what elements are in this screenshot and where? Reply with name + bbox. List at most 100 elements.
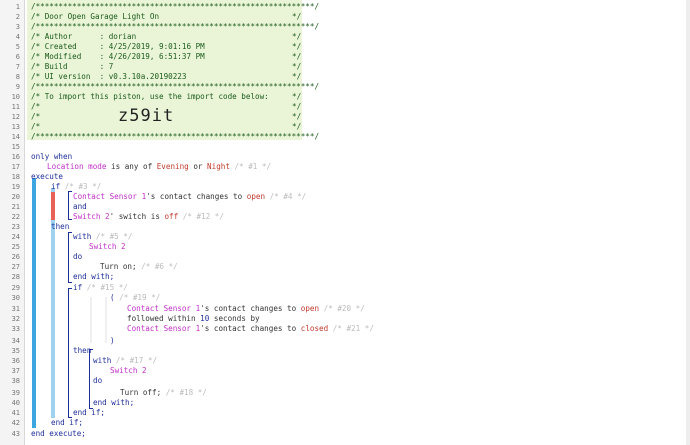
device-name[interactable]: Switch 2: [110, 366, 147, 376]
statement-id: /* #21 */: [328, 324, 374, 333]
statement-id: /* #3 */: [60, 182, 102, 191]
value: open: [300, 304, 320, 313]
header-border: /***************************************…: [31, 2, 320, 11]
statement-id: /* #12 */: [178, 212, 224, 221]
comment-end: */: [292, 52, 302, 61]
possessive: ': [109, 212, 119, 221]
operator: changes to: [191, 192, 247, 201]
comment-end: */: [292, 62, 302, 71]
comment-start: /*: [31, 102, 41, 111]
build-line: /* Build : 7: [31, 62, 114, 71]
value: off: [164, 212, 179, 221]
task-command: Turn off;: [120, 388, 162, 397]
with-block-bracket: [68, 232, 72, 283]
comment-end: */: [292, 102, 302, 111]
task-line[interactable]: Turn off; /* #18 */: [120, 388, 207, 398]
value: open: [246, 192, 266, 201]
group-guide: [90, 297, 92, 343]
end-execute-keyword: end execute;: [31, 429, 86, 438]
statement-id: /* #20 */: [319, 304, 365, 313]
statement-id: /* #19 */: [114, 293, 161, 302]
duration-value: 10: [200, 314, 210, 323]
do-keyword: do: [93, 376, 103, 385]
end-if-keyword: end if;: [51, 418, 84, 427]
condition-restriction-bar: [51, 192, 55, 220]
with-statement[interactable]: with /* #17 */: [93, 356, 157, 366]
condition-line[interactable]: Contact Sensor 1's contact changes to op…: [73, 192, 306, 202]
created-line: /* Created : 4/25/2019, 9:01:16 PM: [31, 42, 205, 51]
statement-id: /* #6 */: [136, 262, 178, 271]
followed-within-line[interactable]: followed within 10 seconds by: [127, 314, 260, 324]
with-keyword: with: [73, 232, 92, 241]
if-statement[interactable]: if /* #15 */: [73, 283, 128, 293]
statement-id: /* #17 */: [111, 356, 158, 365]
modified-line: /* Modified : 4/26/2019, 6:51:37 PM: [31, 52, 205, 61]
comment-end: */: [292, 12, 302, 21]
comment-end: */: [292, 122, 302, 131]
comment-start: /*: [31, 122, 41, 131]
header-border: /***************************************…: [31, 132, 320, 141]
author-line: /* Author : dorian: [31, 32, 137, 41]
device-name: Switch 2: [73, 212, 110, 221]
statement-id: /* #18 */: [161, 388, 207, 397]
then-keyword: then: [51, 222, 70, 231]
paren-close: ): [110, 336, 115, 345]
device-name: Contact Sensor 1: [73, 192, 147, 201]
header-border: /***************************************…: [31, 22, 320, 31]
location-mode: Location mode: [47, 162, 107, 171]
comment-end: */: [292, 112, 302, 121]
condition-line[interactable]: Switch 2' switch is off /* #12 */: [73, 212, 224, 222]
execute-keyword: execute: [31, 172, 64, 181]
condition-line[interactable]: Contact Sensor 1's contact changes to op…: [127, 304, 365, 314]
statement-id: /* #5 */: [91, 232, 133, 241]
operator: or: [188, 162, 208, 171]
task-line[interactable]: Turn on; /* #6 */: [100, 262, 178, 272]
device-name: Contact Sensor 1: [127, 324, 201, 333]
statement-id: /* #15 */: [82, 283, 128, 292]
operator: is: [146, 212, 165, 221]
restriction-line[interactable]: Location mode is any of Evening or Night…: [47, 162, 271, 172]
attribute: contact: [213, 324, 246, 333]
comment-end: */: [292, 42, 302, 51]
execute-block-bar: [32, 178, 36, 428]
piston-code-view: /***************************************…: [0, 0, 686, 445]
piston-title: /* Door Open Garage Light On: [31, 12, 160, 21]
do-keyword: do: [73, 252, 83, 261]
operator: changes to: [245, 304, 301, 313]
end-with-keyword: end with;: [73, 272, 115, 281]
statement-id: /* #4 */: [265, 192, 307, 201]
possessive: 's: [200, 324, 214, 333]
group-open[interactable]: ( /* #19 */: [110, 293, 160, 303]
end-with-keyword: end with;: [93, 398, 135, 407]
device-name[interactable]: Switch 2: [89, 242, 126, 252]
then-keyword: then: [73, 346, 92, 355]
end-if-keyword: end if;: [73, 408, 106, 417]
comment-end: */: [292, 92, 302, 101]
header-border: /***************************************…: [31, 82, 320, 91]
operator: is any of: [106, 162, 157, 171]
comment-start: /*: [31, 112, 41, 121]
import-code[interactable]: z59it: [118, 106, 174, 126]
vertical-scrollbar[interactable]: [686, 0, 690, 445]
with-statement[interactable]: with /* #5 */: [73, 232, 132, 242]
duration-unit: seconds by: [209, 314, 260, 323]
only-when-keyword: only when: [31, 152, 73, 161]
if-statement[interactable]: if /* #3 */: [51, 182, 101, 192]
comment-end: */: [292, 72, 302, 81]
if-block-bracket: [68, 288, 72, 418]
possessive: 's: [146, 192, 160, 201]
import-instructions: /* To import this piston, use the import…: [31, 92, 269, 101]
value-night: Night: [207, 162, 230, 171]
task-command: Turn on;: [100, 262, 137, 271]
ui-version-line: /* UI version : v0.3.10a.20190223: [31, 72, 187, 81]
operator: changes to: [245, 324, 301, 333]
attribute: switch: [118, 212, 147, 221]
possessive: 's: [200, 304, 214, 313]
value: closed: [300, 324, 329, 333]
condition-line[interactable]: Contact Sensor 1's contact changes to cl…: [127, 324, 374, 334]
attribute: contact: [213, 304, 246, 313]
with-keyword: with: [93, 356, 112, 365]
attribute: contact: [159, 192, 192, 201]
followed-text: followed within: [127, 314, 201, 323]
statement-id: /* #1 */: [229, 162, 272, 171]
